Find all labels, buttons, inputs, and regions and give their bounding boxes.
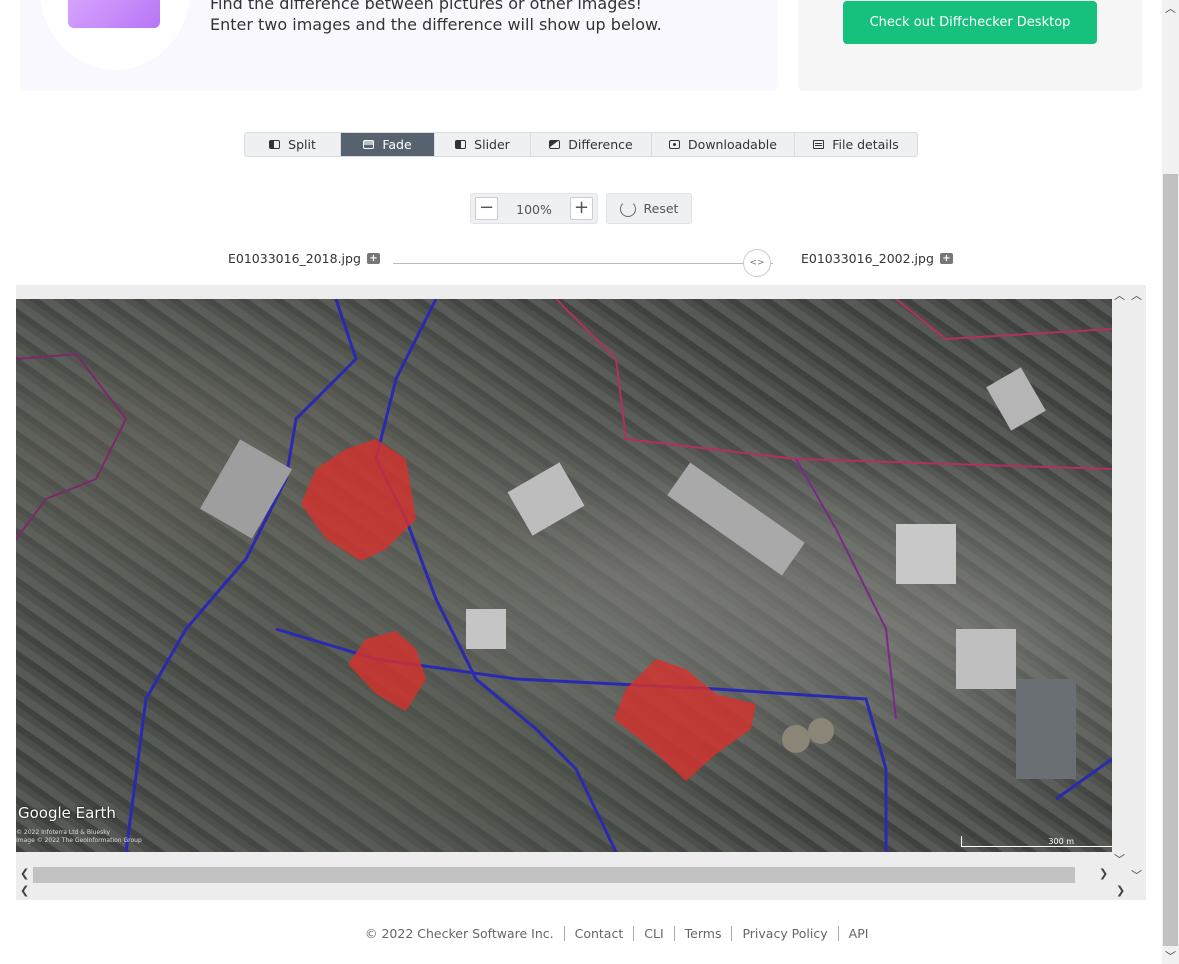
footer-link-terms[interactable]: Terms bbox=[685, 926, 722, 941]
tab-label: Slider bbox=[474, 137, 510, 152]
chevron-up-icon[interactable]: ︿ bbox=[1131, 287, 1142, 303]
hero-description-line1: Find the difference between pictures or … bbox=[210, 0, 642, 13]
left-file-label: E01033016_2018.jpg bbox=[228, 251, 361, 266]
chevron-up-icon[interactable]: ︿ bbox=[1165, 0, 1176, 16]
footer-link-cli[interactable]: CLI bbox=[644, 926, 663, 941]
footer: © 2022 Checker Software Inc. Contact CLI… bbox=[365, 926, 868, 941]
page-scrollbar-thumb[interactable] bbox=[1163, 174, 1178, 946]
image-credit: © 2022 Infoterra Ltd & Bluesky Image © 2… bbox=[16, 829, 142, 845]
footer-divider bbox=[563, 926, 565, 941]
slider-view-icon bbox=[455, 140, 467, 149]
tab-fade[interactable]: Fade bbox=[341, 133, 435, 156]
zoom-control: − 100% + bbox=[470, 193, 598, 224]
image-viewport[interactable]: Google Earth © 2022 Infoterra Ltd & Blue… bbox=[16, 285, 1146, 900]
difference-view-icon bbox=[549, 140, 561, 149]
reset-icon bbox=[619, 200, 636, 217]
chevron-right-icon[interactable]: ❯ bbox=[1116, 884, 1125, 897]
reset-zoom-button[interactable]: Reset bbox=[606, 193, 692, 224]
fade-slider-track[interactable] bbox=[393, 263, 773, 264]
image-diff-logo-icon bbox=[68, 0, 160, 28]
chevron-down-icon[interactable]: ﹀ bbox=[1165, 948, 1176, 964]
chevron-down-icon[interactable]: ﹀ bbox=[1114, 851, 1125, 867]
google-earth-watermark: Google Earth bbox=[18, 804, 116, 822]
tab-split[interactable]: Split bbox=[245, 133, 341, 156]
fade-view-icon bbox=[363, 140, 375, 149]
page: Find the difference between pictures or … bbox=[0, 0, 1179, 964]
add-image-icon[interactable]: + bbox=[939, 253, 953, 264]
right-file-label: E01033016_2002.jpg bbox=[801, 251, 934, 266]
hero-description-line2: Enter two images and the difference will… bbox=[210, 15, 662, 34]
add-image-icon[interactable]: + bbox=[366, 253, 380, 264]
chevron-right-icon[interactable]: ❯ bbox=[1099, 867, 1108, 880]
view-mode-tabs: Split Fade Slider Difference Downloadabl… bbox=[244, 132, 918, 157]
aerial-image: Google Earth © 2022 Infoterra Ltd & Blue… bbox=[16, 299, 1112, 852]
tab-downloadable[interactable]: Downloadable bbox=[652, 133, 795, 156]
downloadable-icon bbox=[669, 140, 681, 149]
footer-link-privacy[interactable]: Privacy Policy bbox=[742, 926, 827, 941]
split-view-icon bbox=[269, 140, 281, 149]
footer-divider bbox=[673, 926, 675, 941]
image-credit-line2: Image © 2022 The GeoInformation Group bbox=[16, 837, 142, 844]
tab-label: Downloadable bbox=[688, 137, 777, 152]
zoom-out-button[interactable]: − bbox=[475, 197, 498, 220]
footer-divider bbox=[837, 926, 839, 941]
footer-copyright: © 2022 Checker Software Inc. bbox=[365, 926, 554, 941]
fade-slider-handle[interactable]: <> bbox=[743, 249, 771, 277]
zoom-in-button[interactable]: + bbox=[570, 197, 593, 220]
tab-label: Difference bbox=[568, 137, 633, 152]
reset-label: Reset bbox=[643, 201, 679, 216]
footer-link-contact[interactable]: Contact bbox=[575, 926, 624, 941]
chevron-left-icon[interactable]: ❮ bbox=[20, 884, 29, 897]
right-file-name: E01033016_2002.jpg + bbox=[801, 251, 953, 266]
tab-slider[interactable]: Slider bbox=[435, 133, 531, 156]
left-file-name: E01033016_2018.jpg + bbox=[228, 251, 380, 266]
file-details-icon bbox=[813, 140, 825, 149]
tab-difference[interactable]: Difference bbox=[531, 133, 652, 156]
chevron-left-icon[interactable]: ❮ bbox=[20, 867, 29, 880]
diffchecker-desktop-button[interactable]: Check out Diffchecker Desktop bbox=[843, 1, 1097, 44]
chevron-down-icon[interactable]: ﹀ bbox=[1131, 867, 1142, 883]
footer-divider bbox=[633, 926, 635, 941]
chevron-up-icon[interactable]: ︿ bbox=[1114, 287, 1125, 303]
tab-label: Split bbox=[288, 137, 316, 152]
map-overlay bbox=[16, 299, 1112, 852]
image-credit-line1: © 2022 Infoterra Ltd & Bluesky bbox=[16, 829, 111, 836]
footer-link-api[interactable]: API bbox=[849, 926, 869, 941]
tab-label: File details bbox=[832, 137, 899, 152]
zoom-level: 100% bbox=[516, 202, 552, 217]
scale-bar: 300 m bbox=[961, 836, 1112, 847]
tab-file-details[interactable]: File details bbox=[795, 133, 917, 156]
horizontal-scrollbar-thumb[interactable] bbox=[33, 867, 1075, 883]
tab-label: Fade bbox=[382, 137, 412, 152]
footer-divider bbox=[731, 926, 733, 941]
